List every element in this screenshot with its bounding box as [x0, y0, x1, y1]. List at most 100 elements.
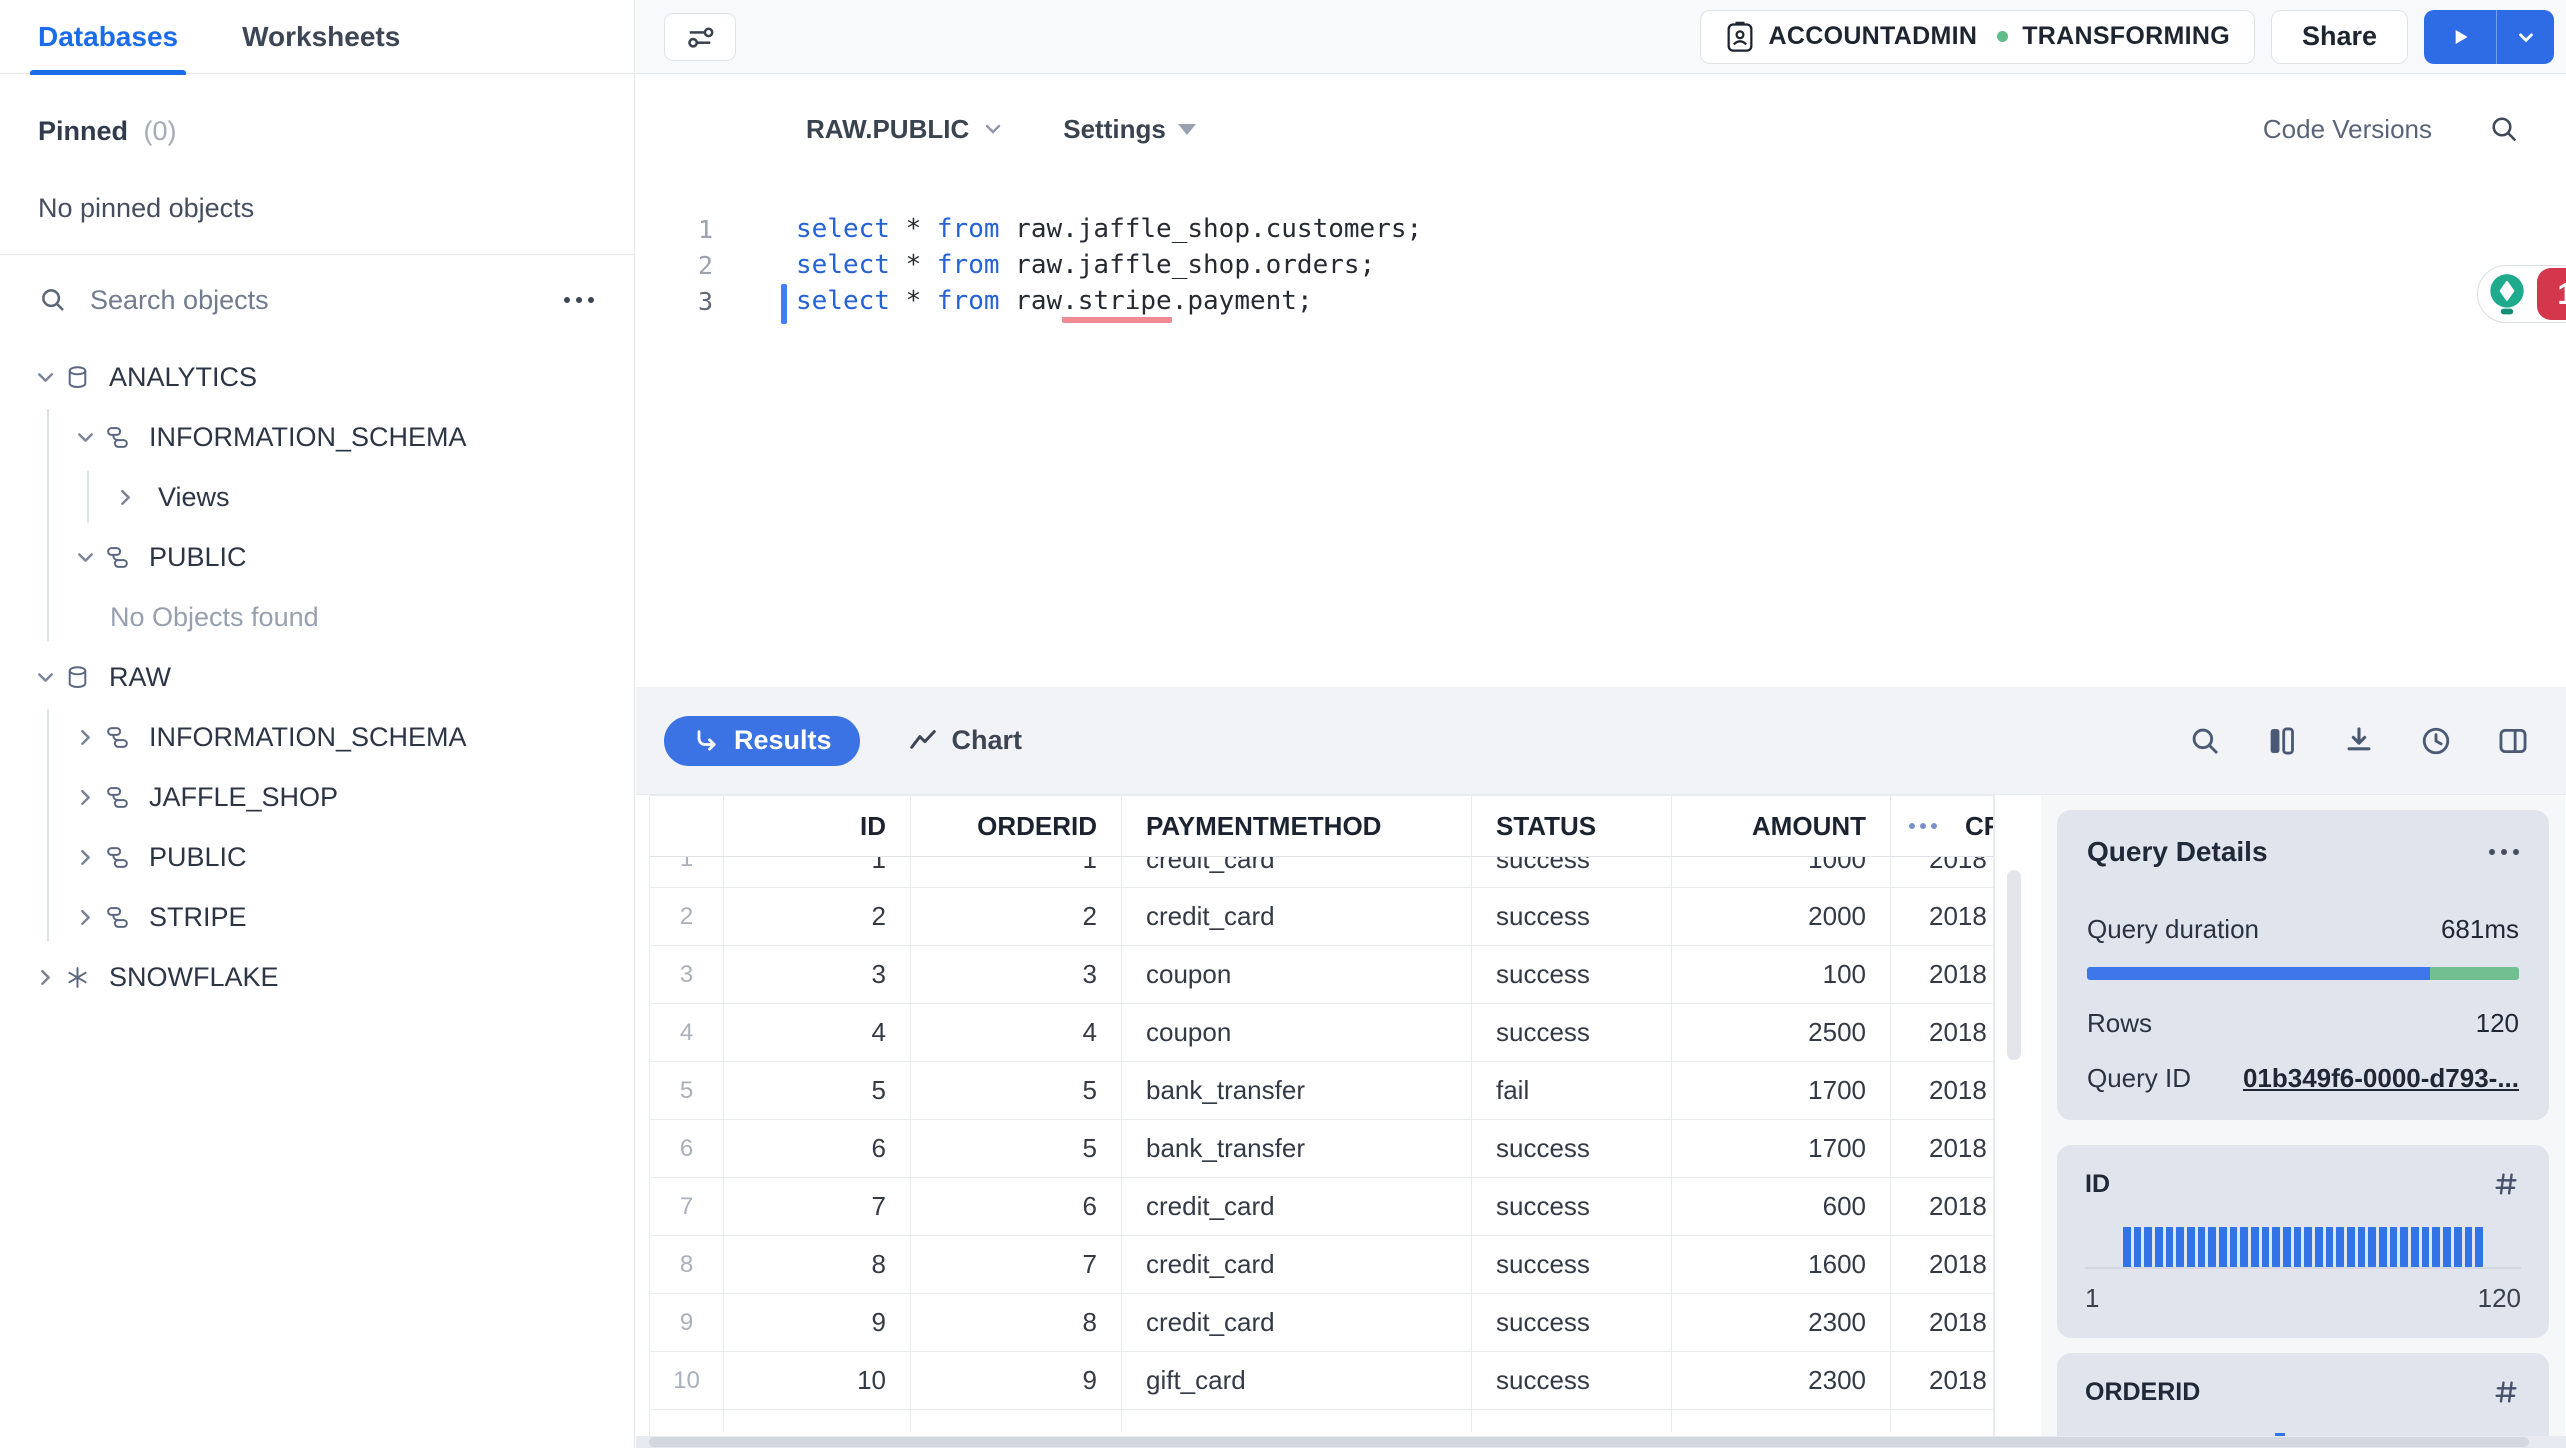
column-header-amount[interactable]: AMOUNT — [1672, 796, 1891, 856]
row-number-cell: 7 — [650, 1178, 724, 1235]
table-row[interactable]: 3 3 3 coupon success 100 2018 — [650, 946, 1993, 1004]
chevron-right-icon[interactable] — [110, 485, 140, 510]
vertical-scrollbar[interactable] — [1994, 795, 2041, 1448]
table-row[interactable]: 6 6 5 bank_transfer success 1700 2018 — [650, 1120, 1993, 1178]
tab-chart[interactable]: Chart — [908, 725, 1022, 756]
chevron-down-icon[interactable] — [30, 365, 60, 390]
chevron-down-icon[interactable] — [70, 545, 100, 570]
share-button[interactable]: Share — [2270, 9, 2408, 64]
table-cell: 2018 — [1891, 1178, 1993, 1235]
table-cell: success — [1472, 1236, 1672, 1293]
layout-split-icon[interactable] — [2496, 724, 2530, 758]
download-icon[interactable] — [2342, 724, 2376, 758]
copilot-count-badge: 1 — [2537, 268, 2566, 320]
column-header-id[interactable]: ID — [724, 796, 911, 856]
column-menu-icon[interactable] — [1909, 823, 1937, 829]
table-row[interactable]: 8 8 7 credit_card success 1600 2018 — [650, 1236, 1993, 1294]
copilot-suggestion-pill[interactable]: 1 — [2477, 265, 2566, 323]
table-cell: success — [1472, 946, 1672, 1003]
code-line[interactable]: 1 select * from raw.jaffle_shop.customers… — [636, 211, 2566, 247]
table-cell: success — [1472, 857, 1672, 887]
worksheet-context-dropdown[interactable]: RAW.PUBLIC — [806, 114, 1005, 145]
table-row[interactable]: 2 2 2 credit_card success 2000 2018 — [650, 888, 1993, 946]
code-line[interactable]: 3 select * from raw.stripe.payment; — [636, 283, 2566, 323]
table-cell — [1472, 1410, 1672, 1432]
column-header-orderid[interactable]: ORDERID — [911, 796, 1122, 856]
horizontal-scrollbar[interactable] — [636, 1436, 2566, 1448]
code-versions-button[interactable]: Code Versions — [2263, 114, 2432, 145]
search-objects-input[interactable]: Search objects — [90, 285, 562, 316]
columns-icon[interactable] — [2265, 724, 2299, 758]
pinned-section-title: Pinned (0) — [38, 116, 596, 147]
tree-item-analytics[interactable]: ANALYTICS — [0, 347, 634, 407]
chevron-down-icon[interactable] — [70, 425, 100, 450]
search-icon — [38, 285, 68, 315]
chevron-down-icon[interactable] — [30, 665, 60, 690]
horizontal-scrollbar-thumb[interactable] — [649, 1437, 2529, 1447]
column-header-status[interactable]: STATUS — [1472, 796, 1672, 856]
chevron-right-icon[interactable] — [70, 905, 100, 930]
tree-item-information-schema[interactable]: INFORMATION_SCHEMA — [0, 707, 634, 767]
history-icon[interactable] — [2419, 724, 2453, 758]
schema-icon — [104, 784, 131, 811]
chevron-right-icon[interactable] — [70, 785, 100, 810]
query-id-link[interactable]: 01b349f6-0000-d793-... — [2243, 1063, 2519, 1094]
table-row[interactable]: 7 7 6 credit_card success 600 2018 — [650, 1178, 1993, 1236]
query-details-menu-icon[interactable] — [2489, 849, 2519, 855]
chevron-right-icon[interactable] — [70, 725, 100, 750]
histogram-bar — [2411, 1227, 2419, 1267]
table-row[interactable]: 9 9 8 credit_card success 2300 2018 — [650, 1294, 1993, 1352]
column-stats-card-id[interactable]: ID 1 120 — [2057, 1145, 2549, 1338]
column-header-created[interactable]: CREATED — [1891, 796, 1993, 856]
table-cell — [1891, 1410, 1993, 1432]
column-header-rownum[interactable] — [650, 796, 724, 856]
table-row[interactable]: 4 4 4 coupon success 2500 2018 — [650, 1004, 1993, 1062]
histogram-bar — [2475, 1227, 2483, 1267]
settings-dropdown[interactable]: Settings — [1063, 114, 1196, 145]
table-row[interactable]: 10 10 9 gift_card success 2300 2018 — [650, 1352, 1993, 1410]
context-label: RAW.PUBLIC — [806, 113, 970, 144]
results-search-icon[interactable] — [2188, 724, 2222, 758]
table-cell: 2000 — [1672, 888, 1891, 945]
tree-item-views[interactable]: Views — [0, 467, 634, 527]
column-stats-card-orderid[interactable]: ORDERID — [2057, 1353, 2549, 1448]
table-row[interactable]: 5 5 5 bank_transfer fail 1700 2018 — [650, 1062, 1993, 1120]
editor-search-icon[interactable] — [2488, 113, 2520, 145]
tab-worksheets[interactable]: Worksheets — [242, 0, 400, 74]
vertical-scrollbar-thumb[interactable] — [2007, 870, 2021, 1060]
tree-item-label: STRIPE — [149, 901, 247, 932]
table-cell: credit_card — [1122, 1294, 1472, 1351]
run-split-button — [2424, 9, 2554, 64]
chevron-right-icon[interactable] — [70, 845, 100, 870]
tree-item-stripe[interactable]: STRIPE — [0, 887, 634, 947]
context-selector-button[interactable]: ACCOUNTADMIN TRANSFORMING — [1699, 9, 2255, 64]
run-options-button[interactable] — [2496, 9, 2554, 64]
chevron-right-icon[interactable] — [30, 965, 60, 990]
table-cell — [650, 1410, 724, 1432]
table-row-partial — [650, 1410, 1993, 1432]
duration-bar-blue — [2087, 967, 2431, 980]
table-cell: credit_card — [1122, 1236, 1472, 1293]
tab-results[interactable]: Results — [664, 715, 860, 766]
column-header-paymentmethod[interactable]: PAYMENTMETHOD — [1122, 796, 1472, 856]
tree-item-raw[interactable]: RAW — [0, 647, 634, 707]
histogram-bar — [2229, 1227, 2238, 1267]
tree-item-jaffle-shop[interactable]: JAFFLE_SHOP — [0, 767, 634, 827]
histogram-bar — [2336, 1227, 2345, 1267]
sql-editor[interactable]: 1 select * from raw.jaffle_shop.customers… — [636, 184, 2566, 687]
editor-toolbar-right: Code Versions — [2263, 113, 2520, 145]
run-button[interactable] — [2424, 9, 2496, 64]
tree-item-public[interactable]: PUBLIC — [0, 827, 634, 887]
tab-databases[interactable]: Databases — [29, 0, 187, 75]
table-cell: credit_card — [1122, 1178, 1472, 1235]
tree-item-information-schema[interactable]: INFORMATION_SCHEMA — [0, 407, 634, 467]
pinned-label: Pinned — [38, 116, 129, 146]
code-line[interactable]: 2 select * from raw.jaffle_shop.orders; — [636, 247, 2566, 283]
histogram-bar — [2368, 1227, 2377, 1267]
worksheet-display-settings-button[interactable] — [664, 12, 736, 61]
tree-item-public[interactable]: PUBLIC — [0, 527, 634, 587]
tree-item-snowflake[interactable]: SNOWFLAKE — [0, 947, 634, 1007]
sidebar-options-icon[interactable] — [562, 295, 596, 305]
table-row[interactable]: 1 1 1 credit_card success 1000 2018 — [650, 857, 1993, 888]
table-cell: 2300 — [1672, 1352, 1891, 1409]
